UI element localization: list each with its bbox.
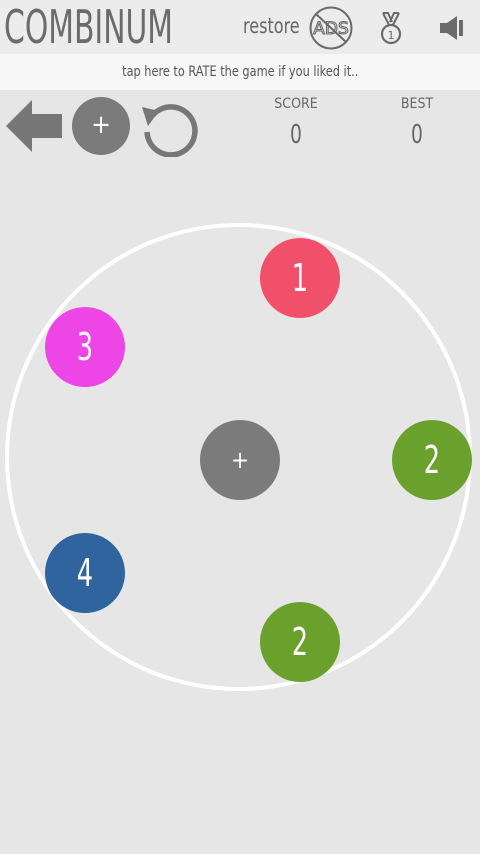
- atom-1-value: 1: [291, 256, 309, 300]
- medal-icon[interactable]: 1: [378, 11, 404, 45]
- atom-4[interactable]: 4: [45, 533, 125, 613]
- score-label: SCORE: [274, 96, 318, 112]
- atom-2-value: 3: [76, 325, 94, 369]
- speaker-icon[interactable]: [437, 14, 465, 42]
- game-title: COMBINUM: [4, 0, 174, 54]
- atom-3[interactable]: 2: [392, 420, 472, 500]
- atom-2[interactable]: 3: [45, 307, 125, 387]
- restart-icon[interactable]: [139, 99, 201, 157]
- top-bar: COMBINUM restore ADS 1: [0, 0, 480, 54]
- add-button[interactable]: +: [72, 97, 130, 155]
- atom-1[interactable]: 1: [260, 238, 340, 318]
- atom-4-value: 4: [76, 551, 94, 595]
- rate-banner-text: tap here to RATE the game if you liked i…: [121, 64, 359, 80]
- medal-number: 1: [388, 29, 395, 42]
- no-ads-icon[interactable]: ADS: [308, 5, 354, 51]
- center-plus-atom[interactable]: +: [200, 420, 280, 500]
- back-arrow-icon[interactable]: [6, 97, 62, 155]
- best-label: BEST: [400, 96, 434, 112]
- atom-5[interactable]: 2: [260, 602, 340, 682]
- atom-5-value: 2: [291, 620, 309, 664]
- atom-3-value: 2: [423, 438, 441, 482]
- restore-button[interactable]: restore: [243, 12, 300, 40]
- score-value: 0: [290, 120, 302, 150]
- best-value: 0: [411, 120, 423, 150]
- rate-banner[interactable]: tap here to RATE the game if you liked i…: [0, 54, 480, 90]
